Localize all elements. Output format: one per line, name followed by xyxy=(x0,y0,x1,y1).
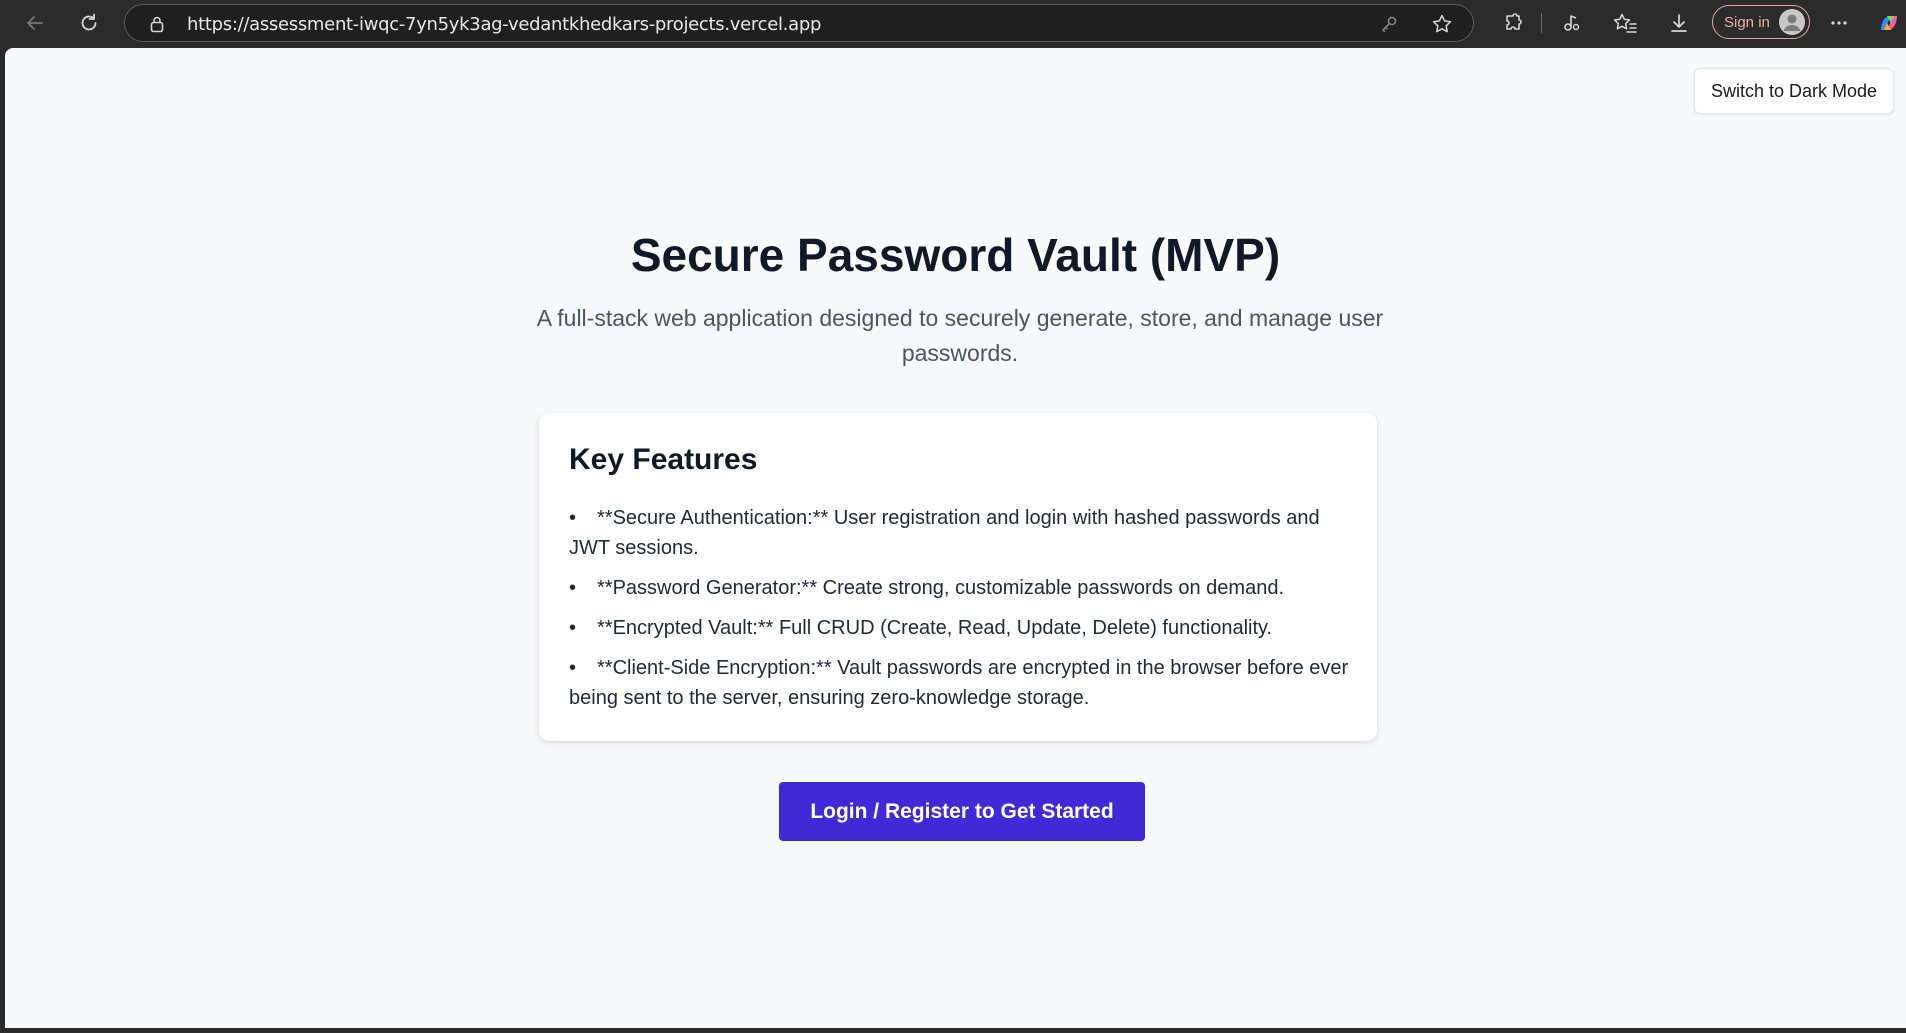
sign-in-button[interactable]: Sign in xyxy=(1712,5,1810,39)
download-icon[interactable] xyxy=(1664,8,1694,38)
more-icon[interactable] xyxy=(1824,8,1854,38)
key-icon[interactable] xyxy=(1379,14,1399,34)
list-item: • **Password Generator:** Create strong, … xyxy=(569,573,1354,603)
avatar xyxy=(1779,9,1805,35)
features-card: Key Features • **Secure Authentication:**… xyxy=(539,413,1377,741)
refresh-icon[interactable] xyxy=(74,8,104,38)
star-icon[interactable] xyxy=(1431,13,1453,35)
feature-text: **Encrypted Vault:** Full CRUD (Create, … xyxy=(597,617,1273,639)
bullet-icon: • xyxy=(569,617,577,639)
address-bar[interactable]: https://assessment-iwqc-7yn5yk3ag-vedant… xyxy=(124,4,1474,42)
features-heading: Key Features xyxy=(569,443,758,476)
bullet-icon: • xyxy=(569,577,577,599)
lock-icon[interactable] xyxy=(147,14,167,34)
feature-text: **Secure Authentication:** User registra… xyxy=(569,507,1320,559)
feature-text: **Client-Side Encryption:** Vault passwo… xyxy=(569,657,1349,709)
sign-in-label: Sign in xyxy=(1724,13,1770,31)
login-register-button[interactable]: Login / Register to Get Started xyxy=(779,782,1145,841)
extensions-icon[interactable] xyxy=(1498,8,1528,38)
list-item: • **Encrypted Vault:** Full CRUD (Create,… xyxy=(569,613,1354,643)
bullet-icon: • xyxy=(569,657,577,679)
toolbar-separator xyxy=(1541,13,1542,33)
browser-toolbar: https://assessment-iwqc-7yn5yk3ag-vedant… xyxy=(0,0,1906,46)
feature-text: **Password Generator:** Create strong, c… xyxy=(597,577,1285,599)
dark-mode-toggle-button[interactable]: Switch to Dark Mode xyxy=(1694,68,1894,114)
page-subtitle: A full-stack web application designed to… xyxy=(536,305,1384,366)
list-item: • **Secure Authentication:** User registr… xyxy=(569,503,1354,563)
page-title: Secure Password Vault (MVP) xyxy=(630,229,1281,281)
page-viewport: Switch to Dark Mode Secure Password Vaul… xyxy=(5,48,1906,1028)
features-list: • **Secure Authentication:** User registr… xyxy=(569,503,1354,723)
media-icon[interactable] xyxy=(1556,8,1586,38)
copilot-icon[interactable] xyxy=(1876,10,1902,36)
url-text[interactable]: https://assessment-iwqc-7yn5yk3ag-vedant… xyxy=(187,14,821,35)
list-item: • **Client-Side Encryption:** Vault passw… xyxy=(569,653,1354,713)
back-icon[interactable] xyxy=(20,8,50,38)
bullet-icon: • xyxy=(569,507,577,529)
favorites-icon[interactable] xyxy=(1610,8,1640,38)
